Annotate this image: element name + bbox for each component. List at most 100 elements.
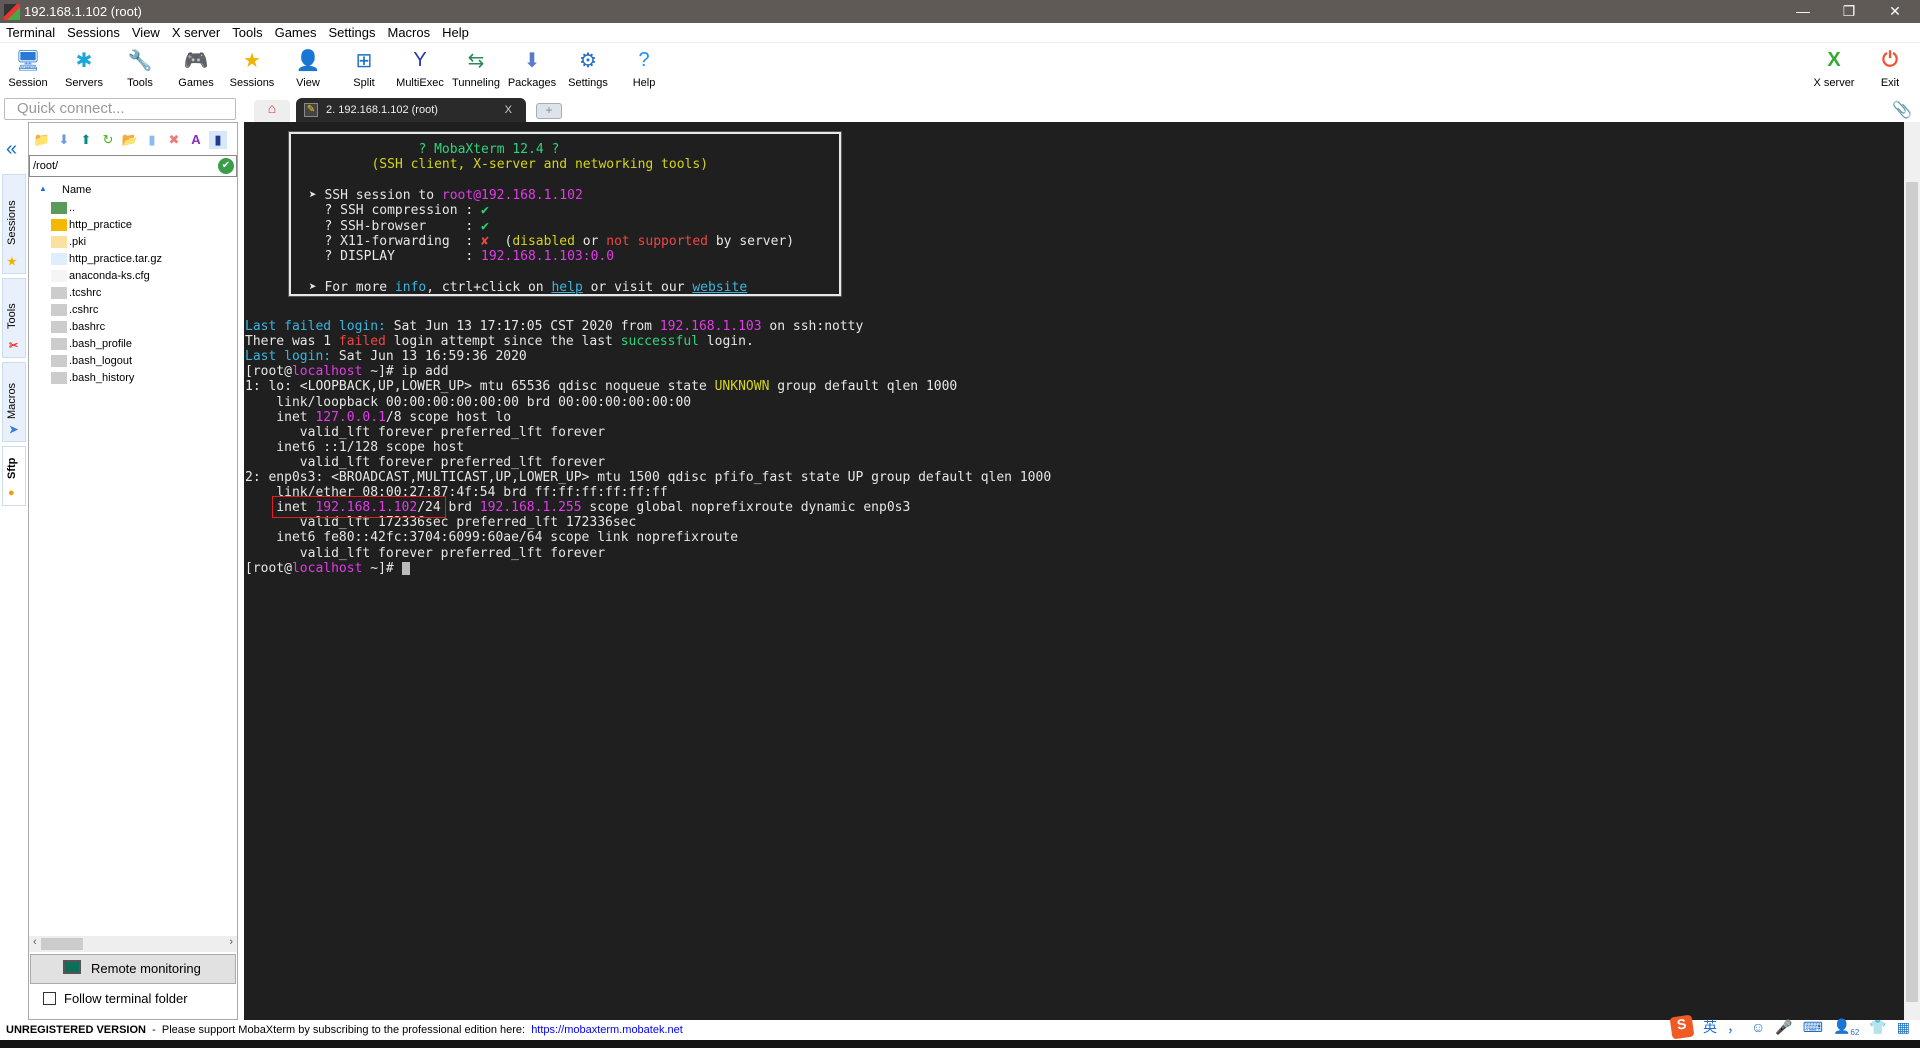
toolbar-multiexec-button[interactable]: Y MultiExec [392,45,448,90]
file-row[interactable]: .bashrc [29,318,237,335]
file-name: .bash_history [69,371,135,384]
menu-terminal[interactable]: Terminal [0,25,61,40]
terminal-text-segment: ? SSH-browser : [308,218,482,234]
banner-link[interactable]: website [692,280,747,295]
user-icon[interactable]: 👤62 [1833,1018,1859,1037]
file-name: anaconda-ks.cfg [69,269,150,282]
skin-icon[interactable]: 👕 [1869,1019,1886,1036]
terminal-text-segment: /8 scope host lo [385,409,512,425]
tab-close-button[interactable]: X [505,98,512,122]
punctuation-indicator[interactable]: ， [1727,1017,1741,1037]
file-list-header[interactable]: ▲ Name [29,181,237,199]
side-tab-macros[interactable]: Macros ➤ [2,362,26,442]
menu-x-server[interactable]: X server [166,25,226,40]
toolbar-servers-button[interactable]: ✱ Servers [56,45,112,90]
column-name[interactable]: Name [62,184,91,196]
new-file-icon[interactable]: ▮ [143,131,161,149]
path-input[interactable]: /root/ ✔ [29,155,237,177]
checkbox[interactable] [43,992,56,1005]
close-button[interactable]: ✕ [1872,0,1918,23]
quick-connect-input[interactable]: Quick connect... [4,98,236,120]
toolbar-games-button[interactable]: 🎮 Games [168,45,224,90]
emoji-icon[interactable]: ☺ [1751,1019,1765,1035]
collapse-icon[interactable]: « [6,138,17,161]
toolbar-x-server-button[interactable]: X X server [1806,45,1862,90]
toolbar-label: Exit [1880,77,1900,89]
banner-line: ? SSH compression : ✔ [309,203,488,218]
title-bar: 192.168.1.102 (root) — ❐ ✕ [0,0,1920,23]
side-tab-sessions[interactable]: Sessions ★ [2,174,26,274]
toolbar-tools-button[interactable]: 🔧 Tools [112,45,168,90]
parent-folder-icon[interactable]: 📁 [33,131,51,149]
toolbar-packages-button[interactable]: ⬇ Packages [504,45,560,90]
toolbar-settings-button[interactable]: ⚙ Settings [560,45,616,90]
window-title: 192.168.1.102 (root) [24,4,142,19]
terminal-cursor [401,561,410,575]
file-row[interactable]: .bash_logout [29,352,237,369]
toolbar-view-button[interactable]: 👤 View [280,45,336,90]
highlight-box [272,496,446,518]
file-row[interactable]: .bash_profile [29,335,237,352]
file-row[interactable]: .cshrc [29,301,237,318]
terminal-text-segment: localhost [291,560,363,576]
view-toggle-icon[interactable]: ▮ [209,131,227,149]
toolbar-tunneling-button[interactable]: ⇆ Tunneling [448,45,504,90]
language-indicator[interactable]: 英 [1703,1017,1717,1037]
restore-button[interactable]: ❐ [1826,0,1872,23]
toolbar-exit-button[interactable]: ⏻ Exit [1862,45,1918,90]
toolbar-help-button[interactable]: ? Help [616,45,672,90]
menu-view[interactable]: View [126,25,166,40]
toolbar-session-button[interactable]: 🖥 Session [0,45,56,90]
delete-icon[interactable]: ✖ [165,131,183,149]
file-row[interactable]: .tcshrc [29,284,237,301]
new-tab-button[interactable]: + [536,103,562,119]
session-tab[interactable]: ✎ 2. 192.168.1.102 (root) X [296,98,526,122]
menu-settings[interactable]: Settings [323,25,382,40]
toolbox-icon[interactable]: ▦ [1897,1019,1910,1036]
terminal-text-segment: login. [698,334,754,350]
file-row[interactable]: .. [29,199,237,216]
vertical-scrollbar[interactable] [1904,122,1920,1020]
menu-tools[interactable]: Tools [226,25,268,40]
keyboard-icon[interactable]: ⌨ [1803,1019,1823,1036]
side-tab-sftp[interactable]: Sftp ● [2,446,26,506]
file-row[interactable]: .pki [29,233,237,250]
confirm-path-icon[interactable]: ✔ [218,158,234,174]
file-row[interactable]: http_practice.tar.gz [29,250,237,267]
terminal[interactable]: ? MobaXterm 12.4 ? (SSH client, X-server … [244,122,1904,1020]
microphone-icon[interactable]: 🎤 [1775,1019,1792,1036]
paperclip-icon[interactable]: 📎 [1892,100,1912,120]
side-tab-tools[interactable]: Tools ✂ [2,278,26,358]
menu-games[interactable]: Games [269,25,323,40]
banner-line: ? SSH-browser : ✔ [308,218,488,234]
download-icon[interactable]: ⬇ [55,131,73,149]
file-row[interactable]: anaconda-ks.cfg [29,267,237,284]
horizontal-scrollbar[interactable]: ‹ › [29,936,237,952]
new-folder-icon[interactable]: 📂 [121,131,139,149]
toolbar-split-button[interactable]: ⊞ Split [336,45,392,90]
remote-monitoring-button[interactable]: Remote monitoring [30,954,236,984]
toolbar-label: Sessions [229,77,275,89]
scroll-thumb[interactable] [1906,182,1918,1002]
multiexec-icon: Y [413,48,427,71]
rename-icon[interactable]: A [187,131,205,149]
terminal-text-segment: ? DISPLAY : [308,249,482,265]
follow-folder-checkbox[interactable]: Follow terminal folder [43,991,188,1006]
terminal-line: [root@localhost ~]# [245,561,410,576]
sogou-ime-icon[interactable]: S [1669,1014,1695,1040]
minimize-button[interactable]: — [1780,0,1826,23]
menu-sessions[interactable]: Sessions [61,25,126,40]
menu-help[interactable]: Help [436,25,475,40]
mobatek-link[interactable]: https://mobaxterm.mobatek.net [531,1024,683,1036]
refresh-icon[interactable]: ↻ [99,131,117,149]
banner-link[interactable]: help [551,280,582,295]
star-icon: ★ [7,256,17,268]
home-tab[interactable]: ⌂ [254,100,290,122]
file-row[interactable]: .bash_history [29,369,237,386]
up-file-icon [51,201,67,214]
toolbar-sessions-button[interactable]: ★ Sessions [224,45,280,90]
file-name: .tcshrc [69,286,102,299]
upload-icon[interactable]: ⬆ [77,131,95,149]
menu-macros[interactable]: Macros [381,25,436,40]
file-row[interactable]: http_practice [29,216,237,233]
